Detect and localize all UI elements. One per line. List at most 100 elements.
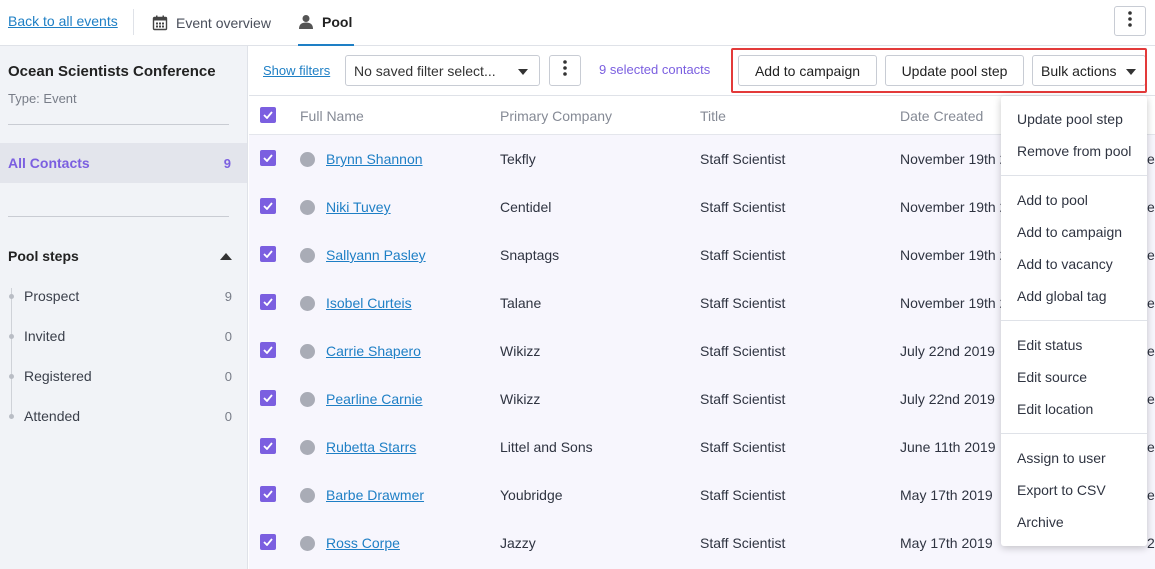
- check-icon: [263, 394, 273, 402]
- menu-item-edit-source[interactable]: Edit source: [1017, 369, 1087, 385]
- title-cell: Staff Scientist: [700, 487, 786, 503]
- chevron-down-icon: [1126, 69, 1136, 75]
- title-cell: Staff Scientist: [700, 247, 786, 263]
- avatar: [300, 536, 315, 551]
- nav-divider: [133, 9, 134, 35]
- show-filters-link[interactable]: Show filters: [263, 63, 330, 78]
- step-count: 0: [224, 408, 232, 424]
- row-checkbox[interactable]: [260, 246, 276, 262]
- date-created-cell: November 19th 2: [900, 151, 1008, 167]
- avatar: [300, 200, 315, 215]
- title-cell: Staff Scientist: [700, 439, 786, 455]
- check-icon: [263, 490, 273, 498]
- contact-name-link[interactable]: Barbe Drawmer: [326, 487, 424, 503]
- column-header-full-name[interactable]: Full Name: [300, 108, 364, 124]
- add-to-campaign-button[interactable]: Add to campaign: [738, 55, 877, 86]
- event-type: Type: Event: [8, 91, 77, 106]
- date-created-cell: June 11th 2019: [900, 439, 996, 455]
- sidebar-item-invited[interactable]: Invited 0: [8, 326, 232, 346]
- page-more-button[interactable]: [1114, 6, 1146, 36]
- column-header-title[interactable]: Title: [700, 108, 726, 124]
- tab-pool[interactable]: Pool: [298, 0, 355, 46]
- select-all-checkbox[interactable]: [260, 107, 276, 123]
- step-label: Registered: [24, 368, 92, 384]
- vertical-dots-icon: [563, 60, 567, 81]
- check-icon: [263, 346, 273, 354]
- contact-name-link[interactable]: Rubetta Starrs: [326, 439, 416, 455]
- row-checkbox[interactable]: [260, 198, 276, 214]
- contact-name-link[interactable]: Sallyann Pasley: [326, 247, 426, 263]
- menu-item-update-pool-step[interactable]: Update pool step: [1017, 111, 1123, 127]
- sidebar-item-all-contacts[interactable]: All Contacts 9: [0, 143, 247, 183]
- title-cell: Staff Scientist: [700, 343, 786, 359]
- contact-name-link[interactable]: Isobel Curteis: [326, 295, 412, 311]
- bulk-actions-label: Bulk actions: [1041, 62, 1117, 79]
- menu-item-export-to-csv[interactable]: Export to CSV: [1017, 482, 1106, 498]
- sidebar-item-attended[interactable]: Attended 0: [8, 406, 232, 426]
- date-created-cell: November 19th 2: [900, 247, 1008, 263]
- overflow-cell: 2 minute: [1147, 535, 1155, 551]
- menu-item-add-to-pool[interactable]: Add to pool: [1017, 192, 1088, 208]
- date-created-cell: November 19th 2: [900, 199, 1008, 215]
- menu-item-edit-status[interactable]: Edit status: [1017, 337, 1082, 353]
- row-checkbox[interactable]: [260, 534, 276, 550]
- check-icon: [263, 442, 273, 450]
- company-cell: Wikizz: [500, 391, 541, 407]
- menu-item-add-to-vacancy[interactable]: Add to vacancy: [1017, 256, 1113, 272]
- check-icon: [263, 111, 273, 119]
- step-count: 9: [224, 288, 232, 304]
- sidebar: Ocean Scientists Conference Type: Event …: [0, 46, 248, 569]
- sidebar-divider: [8, 124, 229, 125]
- menu-item-add-to-campaign[interactable]: Add to campaign: [1017, 224, 1122, 240]
- step-label: Attended: [24, 408, 81, 424]
- contact-name-link[interactable]: Brynn Shannon: [326, 151, 423, 167]
- row-checkbox[interactable]: [260, 390, 276, 406]
- sidebar-item-registered[interactable]: Registered 0: [8, 366, 232, 386]
- tab-event-overview-label: Event overview: [176, 15, 271, 31]
- company-cell: Talane: [500, 295, 542, 311]
- row-checkbox[interactable]: [260, 150, 276, 166]
- row-checkbox[interactable]: [260, 294, 276, 310]
- menu-item-edit-location[interactable]: Edit location: [1017, 401, 1093, 417]
- bulk-actions-menu: Update pool step Remove from pool Add to p…: [1001, 96, 1147, 546]
- date-created-cell: July 22nd 2019: [900, 343, 995, 359]
- pool-steps-toggle[interactable]: Pool steps: [8, 248, 232, 264]
- menu-item-add-global-tag[interactable]: Add global tag: [1017, 288, 1107, 304]
- calendar-icon: [152, 15, 168, 31]
- selected-contacts-count: 9 selected contacts: [599, 62, 711, 77]
- sidebar-item-prospect[interactable]: Prospect 9: [8, 286, 232, 306]
- avatar: [300, 440, 315, 455]
- overflow-cell: e: [1147, 199, 1155, 215]
- pool-steps-label: Pool steps: [8, 248, 79, 264]
- avatar: [300, 392, 315, 407]
- tab-event-overview[interactable]: Event overview: [152, 0, 271, 46]
- contact-name-link[interactable]: Carrie Shapero: [326, 343, 421, 359]
- event-title: Ocean Scientists Conference: [8, 63, 216, 80]
- row-checkbox[interactable]: [260, 342, 276, 358]
- bulk-actions-button[interactable]: Bulk actions: [1032, 55, 1146, 86]
- title-cell: Staff Scientist: [700, 535, 786, 551]
- menu-item-assign-to-user[interactable]: Assign to user: [1017, 450, 1106, 466]
- filter-more-button[interactable]: [549, 55, 581, 86]
- menu-item-remove-from-pool[interactable]: Remove from pool: [1017, 143, 1131, 159]
- step-count: 0: [224, 328, 232, 344]
- contacts-toolbar: Show filters No saved filter select... 9…: [249, 46, 1155, 96]
- contact-name-link[interactable]: Pearline Carnie: [326, 391, 423, 407]
- row-checkbox[interactable]: [260, 486, 276, 502]
- date-created-cell: July 22nd 2019: [900, 391, 995, 407]
- column-header-date-created[interactable]: Date Created: [900, 108, 983, 124]
- company-cell: Littel and Sons: [500, 439, 593, 455]
- step-bullet-icon: [9, 334, 14, 339]
- company-cell: Jazzy: [500, 535, 536, 551]
- top-nav: Back to all events Event overview Pool: [0, 0, 1155, 46]
- update-pool-step-button[interactable]: Update pool step: [885, 55, 1024, 86]
- saved-filter-value: No saved filter select...: [354, 62, 496, 79]
- saved-filter-select[interactable]: No saved filter select...: [345, 55, 540, 86]
- title-cell: Staff Scientist: [700, 295, 786, 311]
- contact-name-link[interactable]: Ross Corpe: [326, 535, 400, 551]
- row-checkbox[interactable]: [260, 438, 276, 454]
- menu-item-archive[interactable]: Archive: [1017, 514, 1064, 530]
- column-header-primary-company[interactable]: Primary Company: [500, 108, 612, 124]
- contact-name-link[interactable]: Niki Tuvey: [326, 199, 391, 215]
- back-to-events-link[interactable]: Back to all events: [8, 13, 118, 29]
